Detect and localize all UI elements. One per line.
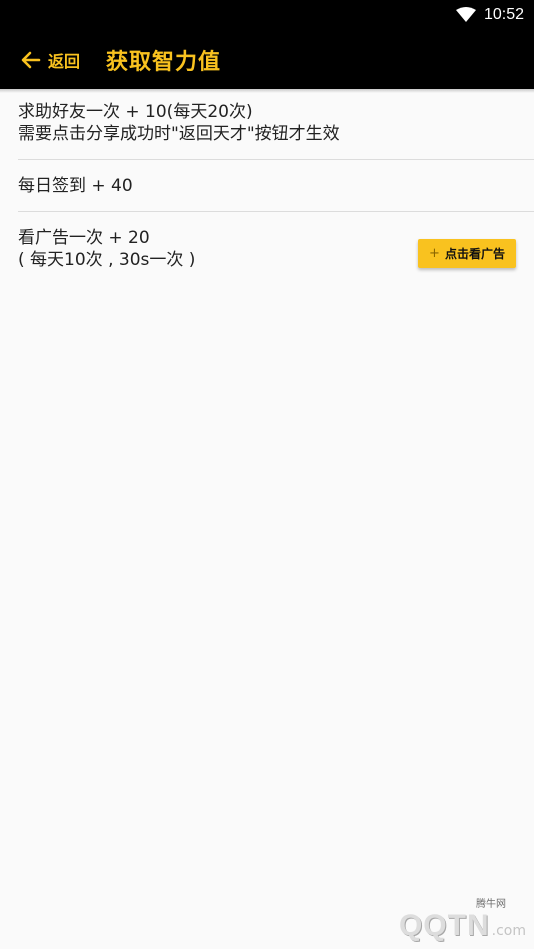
back-label: 返回 (48, 51, 81, 71)
watermark: 腾牛网 QQTN .com (326, 895, 526, 943)
page-title: 获取智力值 (106, 49, 222, 75)
list-item-invite-friend: 求助好友一次 + 10(每天20次) 需要点击分享成功时"返回天才"按钮才生效 (18, 93, 534, 160)
watermark-suffix: .com (491, 923, 526, 939)
watermark-site: 腾牛网 (476, 899, 506, 910)
item-title: 每日签到 + 40 (18, 176, 133, 196)
wifi-icon (455, 7, 476, 22)
status-bar: 10:52 (0, 0, 534, 30)
back-button[interactable]: 返回 (20, 48, 80, 72)
app-bar: 返回 获取智力值 (0, 30, 534, 89)
status-time: 10:52 (483, 6, 524, 23)
item-note: 需要点击分享成功时"返回天才"按钮才生效 (18, 124, 340, 144)
list-item-daily-signin: 每日签到 + 40 (18, 160, 534, 212)
watch-ad-label: 点击看广告 (444, 247, 505, 261)
list-item-watch-ad: 看广告一次 + 20 ( 每天10次 , 30s一次 ) + 点击看广告 (18, 212, 534, 282)
watch-ad-button[interactable]: + 点击看广告 (418, 239, 516, 268)
reward-list: 求助好友一次 + 10(每天20次) 需要点击分享成功时"返回天才"按钮才生效 … (0, 93, 534, 282)
item-title: 求助好友一次 + 10(每天20次) (18, 102, 253, 122)
back-arrow-icon (21, 51, 41, 68)
watermark-logo: QQTN (398, 909, 490, 942)
plus-icon: + (429, 246, 440, 261)
